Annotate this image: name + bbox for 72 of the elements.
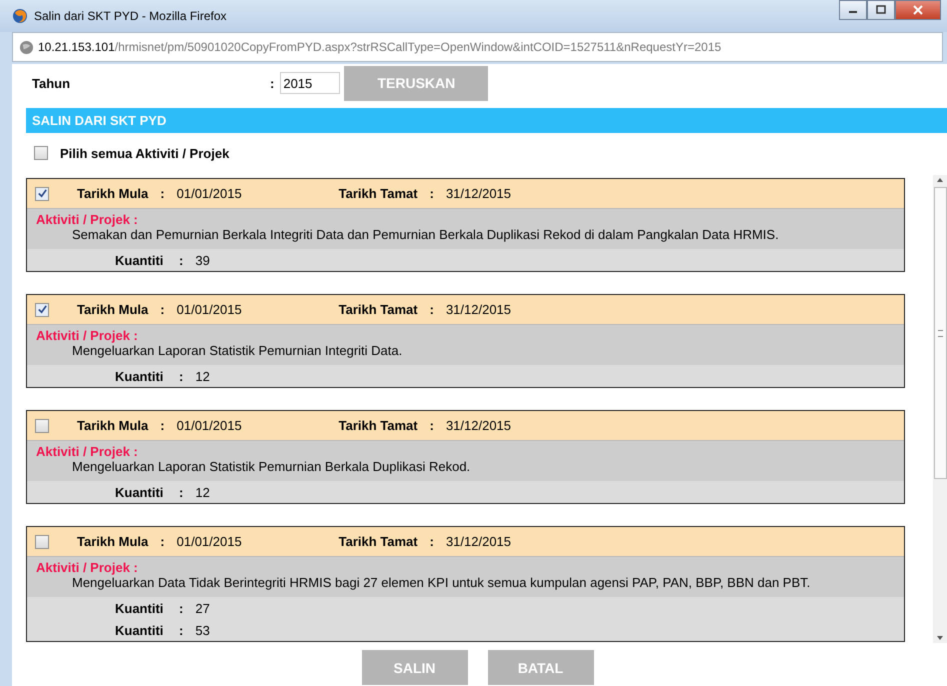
field-value: 31/12/2015 [446,186,512,201]
field-value: 01/01/2015 [176,302,243,317]
field-label: Tarikh Mula [77,302,148,317]
field-value: 27 [195,600,210,616]
year-field[interactable]: 2015 [280,72,340,94]
close-icon [912,5,924,15]
separator: : [179,600,184,616]
separator: : [179,484,184,500]
separator: : [430,302,434,317]
separator: : [160,534,165,549]
section-header: SALIN DARI SKT PYD [26,108,947,133]
separator: : [160,302,165,317]
checkbox[interactable] [35,534,49,548]
browser-logo-icon [12,8,28,24]
globe-icon [19,40,34,54]
separator: : [270,76,274,90]
activity-description: Mengeluarkan Data Tidak Berintegriti HRMIS bagi 27 elemen KPI untuk semua kumpulan agensi PAP, PAN, BBP, BBN dan PBT. [71,575,812,590]
field-label: Tarikh Tamat [338,534,418,549]
checkbox[interactable] [35,186,49,200]
separator: : [430,534,434,549]
year-label: Tahun [31,76,72,90]
field-label: Kuantiti [115,368,164,384]
separator: : [179,622,184,638]
activity-description: Semakan dan Pemurnian Berkala Integriti Data dan Pemurnian Berkala Duplikasi Rekod di dalam Pangkalan Data HRMIS. [71,227,780,242]
proceed-button[interactable]: TERUSKAN [344,66,488,100]
activity-description: Mengeluarkan Laporan Statistik Pemurnian Berkala Duplikasi Rekod. [71,459,472,474]
field-value: 31/12/2015 [446,534,512,549]
minimize-button[interactable] [839,0,867,20]
field-value: 01/01/2015 [176,534,243,549]
address-bar[interactable]: 10.21.153.101/hrmisnet/pm/50901020CopyFromPYD.aspx?strRSCallType=OpenWindow&intCOID=1527511&nRequestYr=2015 [12,32,943,62]
checkbox-label: Pilih semua Aktiviti / Projek [60,146,230,160]
close-button[interactable] [895,0,941,20]
field-label: Aktiviti / Projek : [36,328,139,343]
field-value: 53 [195,622,210,638]
field-label: Aktiviti / Projek : [36,212,139,227]
field-label: Tarikh Tamat [338,418,418,433]
field-label: Tarikh Mula [77,186,148,201]
separator: : [179,368,184,384]
field-label: Tarikh Tamat [338,186,418,201]
url-text: 10.21.153.101/hrmisnet/pm/50901020CopyFromPYD.aspx?strRSCallType=OpenWindow&intCOID=1527511&nRequestYr=2015 [38,40,722,54]
field-value: 12 [195,484,210,500]
separator: : [430,186,434,201]
scrollbar[interactable] [933,175,947,643]
separator: : [430,418,434,433]
activity-description: Mengeluarkan Laporan Statistik Pemurnian Integriti Data. [71,343,404,358]
field-label: Aktiviti / Projek : [36,444,139,459]
maximize-icon [875,5,887,15]
copy-button[interactable]: SALIN [362,650,468,685]
field-label: Aktiviti / Projek : [36,560,139,575]
maximize-button[interactable] [867,0,895,20]
field-label: Tarikh Mula [77,534,148,549]
field-value: 31/12/2015 [446,418,512,433]
scrollbar-thumb[interactable] [934,187,947,479]
field-value: 12 [195,368,210,384]
checkbox[interactable] [35,302,49,316]
separator: : [179,252,184,268]
field-value: 31/12/2015 [446,302,512,317]
field-label: Kuantiti [115,622,164,638]
checkbox[interactable] [34,146,48,160]
field-value: 01/01/2015 [176,418,243,433]
field-label: Tarikh Mula [77,418,148,433]
window-title: Salin dari SKT PYD - Mozilla Firefox [34,9,227,23]
checkbox[interactable] [35,418,49,432]
separator: : [160,418,165,433]
field-label: Tarikh Tamat [338,302,418,317]
field-label: Kuantiti [115,600,164,616]
separator: : [160,186,165,201]
cancel-button[interactable]: BATAL [488,650,594,685]
field-label: Kuantiti [115,252,164,268]
field-label: Kuantiti [115,484,164,500]
field-value: 01/01/2015 [176,186,243,201]
field-value: 39 [195,252,210,268]
